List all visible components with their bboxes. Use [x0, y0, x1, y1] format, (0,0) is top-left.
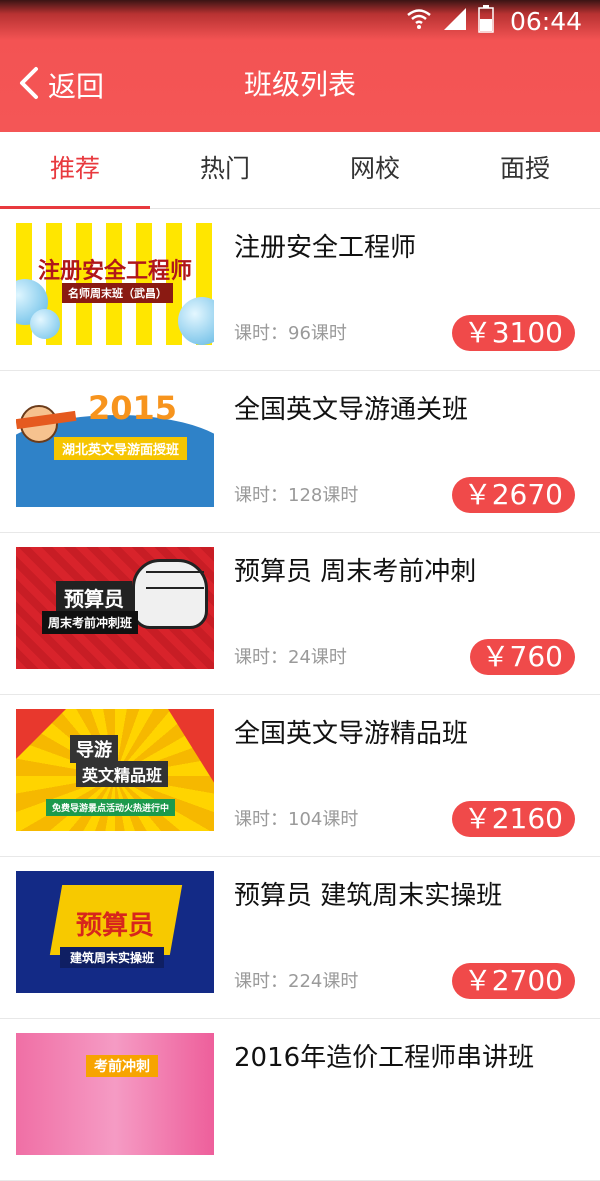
price-badge: ￥760	[469, 639, 575, 675]
course-item[interactable]: 预算员 周末考前冲刺班 预算员 周末考前冲刺 课时：24课时 ￥760	[0, 533, 600, 695]
back-button[interactable]: 返回	[18, 62, 104, 108]
app-bar: 返回 班级列表	[0, 40, 600, 132]
thumbnail-headline: 预算员	[56, 581, 132, 614]
tab-online[interactable]: 网校	[300, 132, 450, 208]
category-tabs: 推荐 热门 网校 面授	[0, 132, 600, 209]
back-label: 返回	[48, 70, 105, 103]
battery-icon	[478, 5, 494, 37]
course-thumbnail: 预算员 建筑周末实操班	[16, 871, 214, 993]
wifi-icon	[406, 6, 432, 36]
thumbnail-subline: 英文精品班	[76, 761, 169, 787]
course-item[interactable]: 考前冲刺 2016年造价工程师串讲班	[0, 1019, 600, 1181]
course-title: 全国英文导游精品班	[234, 719, 469, 749]
course-thumbnail: 导游 英文精品班 免费导游景点活动火热进行中	[16, 709, 214, 831]
thumbnail-headline: 考前冲刺	[86, 1055, 158, 1077]
tab-popular[interactable]: 热门	[150, 132, 300, 208]
course-thumbnail: 预算员 周末考前冲刺班	[16, 547, 214, 669]
price-badge: ￥3100	[451, 315, 575, 351]
course-thumbnail: 2015 湖北英文导游面授班	[16, 385, 214, 507]
signal-icon	[442, 6, 468, 36]
course-title: 2016年造价工程师串讲班	[234, 1043, 535, 1073]
thumbnail-headline: 2015	[88, 389, 178, 427]
price-badge: ￥2160	[451, 801, 575, 837]
status-time: 06:44	[509, 6, 582, 36]
course-hours: 课时：224课时	[234, 971, 359, 992]
course-list: 注册安全工程师 名师周末班（武昌） 注册安全工程师 课时：96课时 ￥3100 …	[0, 209, 600, 1181]
course-hours: 课时：128课时	[234, 485, 359, 506]
course-title: 预算员 建筑周末实操班	[234, 881, 503, 911]
course-thumbnail: 考前冲刺	[16, 1033, 214, 1155]
app-header: 06:44 返回 班级列表	[0, 0, 600, 132]
course-item[interactable]: 导游 英文精品班 免费导游景点活动火热进行中 全国英文导游精品班 课时：104课…	[0, 695, 600, 857]
price-badge: ￥2670	[451, 477, 575, 513]
course-item[interactable]: 注册安全工程师 名师周末班（武昌） 注册安全工程师 课时：96课时 ￥3100	[0, 209, 600, 371]
course-title: 全国英文导游通关班	[234, 395, 469, 425]
course-thumbnail: 注册安全工程师 名师周末班（武昌）	[16, 223, 214, 345]
status-bar: 06:44	[0, 0, 600, 40]
course-title: 注册安全工程师	[234, 233, 417, 263]
tab-recommended[interactable]: 推荐	[0, 132, 150, 209]
course-title: 预算员 周末考前冲刺	[234, 557, 477, 587]
thumbnail-subline: 建筑周末实操班	[60, 947, 165, 968]
thumbnail-subline: 名师周末班（武昌）	[62, 283, 173, 303]
status-icons: 06:44	[406, 4, 582, 38]
thumbnail-subline: 湖北英文导游面授班	[54, 437, 188, 460]
thumbnail-headline: 导游	[70, 735, 118, 763]
course-item[interactable]: 2015 湖北英文导游面授班 全国英文导游通关班 课时：128课时 ￥2670	[0, 371, 600, 533]
course-hours: 课时：96课时	[234, 323, 347, 344]
course-hours: 课时：24课时	[234, 647, 347, 668]
price-badge: ￥2700	[451, 963, 575, 999]
thumbnail-subline: 周末考前冲刺班	[42, 611, 139, 634]
thumbnail-caption: 免费导游景点活动火热进行中	[46, 799, 176, 816]
chevron-left-icon	[18, 66, 40, 104]
course-item[interactable]: 预算员 建筑周末实操班 预算员 建筑周末实操班 课时：224课时 ￥2700	[0, 857, 600, 1019]
thumbnail-headline: 注册安全工程师	[37, 259, 192, 284]
course-hours: 课时：104课时	[234, 809, 359, 830]
tab-in-person[interactable]: 面授	[450, 132, 600, 208]
thumbnail-headline: 预算员	[76, 911, 155, 941]
